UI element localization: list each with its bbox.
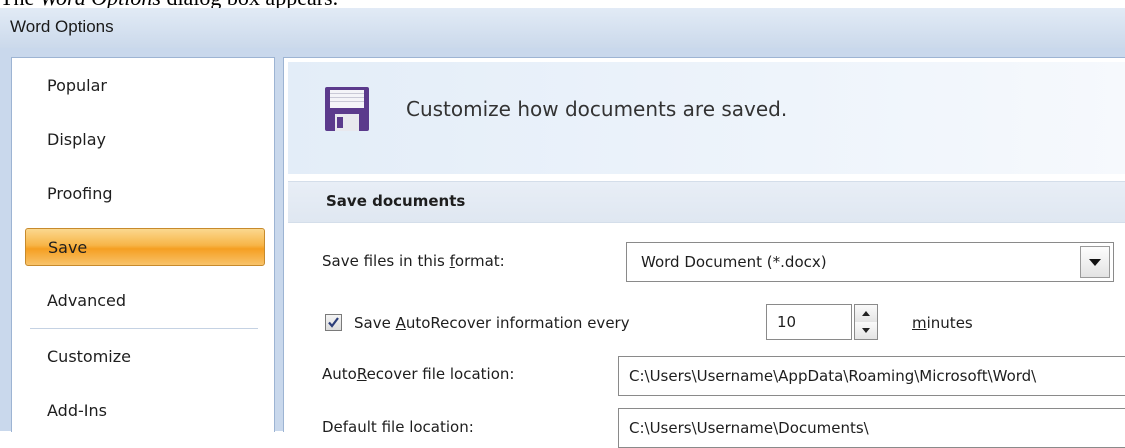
default-location-label: Default file location: xyxy=(322,418,474,436)
panel-header-text: Customize how documents are saved. xyxy=(406,97,788,121)
stepper-down-icon[interactable] xyxy=(855,322,877,339)
minutes-label: minutes xyxy=(912,314,973,332)
word-options-dialog: Word Options Popular Display Proofing Sa… xyxy=(0,8,1125,448)
nav-item-save[interactable]: Save xyxy=(25,228,265,266)
checkmark-icon xyxy=(328,317,339,328)
autorecover-minutes-input[interactable]: 10 xyxy=(766,304,852,340)
autorecover-location-label: AutoRecover file location: xyxy=(322,365,515,383)
autorecover-label: Save AutoRecover information every xyxy=(354,314,630,332)
save-options-panel: Customize how documents are saved. Save … xyxy=(283,57,1125,448)
autorecover-minutes-stepper[interactable] xyxy=(854,304,878,340)
window-title: Word Options xyxy=(10,17,114,36)
panel-header: Customize how documents are saved. xyxy=(288,62,1125,174)
save-format-value: Word Document (*.docx) xyxy=(641,253,827,271)
format-label: Save files in this format: xyxy=(322,252,505,270)
section-header-save-documents: Save documents xyxy=(288,181,1125,223)
nav-item-customize[interactable]: Customize xyxy=(25,338,265,376)
autorecover-checkbox[interactable] xyxy=(325,314,342,331)
nav-item-display[interactable]: Display xyxy=(25,121,265,159)
default-location-field[interactable]: C:\Users\Username\Documents\ xyxy=(618,408,1125,448)
nav-item-popular[interactable]: Popular xyxy=(25,67,265,105)
nav-item-proofing[interactable]: Proofing xyxy=(25,175,265,213)
nav-divider xyxy=(30,328,258,329)
nav-item-advanced[interactable]: Advanced xyxy=(25,282,265,320)
autorecover-location-field[interactable]: C:\Users\Username\AppData\Roaming\Micros… xyxy=(618,356,1125,396)
floppy-disk-icon xyxy=(325,87,369,131)
save-format-dropdown[interactable]: Word Document (*.docx) xyxy=(626,242,1114,282)
chevron-down-icon[interactable] xyxy=(1080,246,1110,278)
title-bar[interactable]: Word Options xyxy=(0,8,1125,48)
nav-item-add-ins[interactable]: Add-Ins xyxy=(25,392,265,430)
stepper-up-icon[interactable] xyxy=(855,305,877,323)
section-title: Save documents xyxy=(326,192,466,210)
options-nav: Popular Display Proofing Save Advanced C… xyxy=(11,57,275,432)
